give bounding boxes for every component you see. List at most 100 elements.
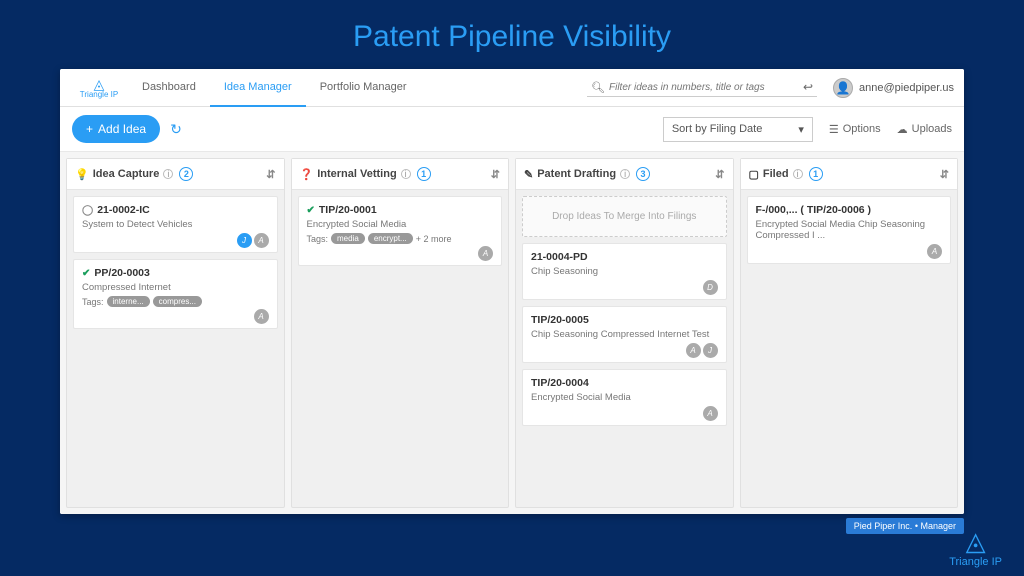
add-idea-label: Add Idea [98, 122, 146, 136]
tab-portfolio-manager[interactable]: Portfolio Manager [306, 69, 421, 107]
avatar-row: A [756, 244, 943, 259]
column-header: ✎ Patent Drafting i3 ⇵ [516, 159, 733, 190]
avatar-row: AJ [531, 343, 718, 358]
search-box[interactable]: 🔍︎ ↩ [587, 78, 817, 97]
card-id: ✔TIP/20-0001 [307, 204, 494, 216]
card-subtitle: Encrypted Social Media Chip Seasoning Co… [756, 219, 943, 241]
card-id: TIP/20-0005 [531, 314, 718, 326]
user-email: anne@piedpiper.us [859, 82, 954, 94]
top-bar: ◬ Triangle IP Dashboard Idea Manager Por… [60, 69, 964, 107]
card-id: F-/000,... ( TIP/20-0006 ) [756, 204, 943, 216]
app-frame: ◬ Triangle IP Dashboard Idea Manager Por… [60, 69, 964, 514]
brand-text: Triangle IP [80, 90, 118, 99]
refresh-button[interactable]: ↻ [170, 121, 182, 138]
idea-card[interactable]: 21-0004-PDChip SeasoningD [522, 243, 727, 300]
count-badge: 1 [809, 167, 823, 181]
kanban-board: 💡Idea Capturei2⇵◯21-0002-ICSystem to Det… [60, 152, 964, 514]
toolbar-right: Sort by Filing Date ▾ ☰ Options ☁ Upload… [663, 117, 952, 142]
check-icon: ✔ [82, 268, 90, 279]
avatar-row: A [531, 406, 718, 421]
caret-down-icon: ▾ [798, 123, 804, 136]
uploads-label: Uploads [912, 123, 952, 135]
uploads-button[interactable]: ☁ Uploads [897, 123, 952, 136]
info-icon[interactable]: i [620, 169, 630, 179]
column-title: Patent Drafting [537, 168, 616, 180]
column-sort-toggle[interactable]: ⇵ [266, 168, 275, 181]
avatar[interactable]: A [254, 309, 269, 324]
add-idea-button[interactable]: + Add Idea [72, 115, 160, 143]
idea-card[interactable]: ✔PP/20-0003Compressed InternetTags: inte… [73, 259, 278, 329]
card-subtitle: Encrypted Social Media [531, 392, 718, 403]
column-icon: ✎ [524, 168, 533, 181]
column-icon: ▢ [749, 168, 759, 181]
check-icon: ✔ [307, 205, 315, 216]
sort-select[interactable]: Sort by Filing Date ▾ [663, 117, 813, 142]
avatar[interactable]: A [703, 406, 718, 421]
cloud-upload-icon: ☁ [897, 123, 908, 136]
column-icon: ❓ [300, 168, 314, 181]
search-input[interactable] [609, 82, 803, 93]
nav-tabs: Dashboard Idea Manager Portfolio Manager [128, 69, 421, 107]
tag-chip[interactable]: compres... [153, 296, 202, 307]
column-body: ◯21-0002-ICSystem to Detect VehiclesJA ✔P… [67, 190, 284, 507]
brand-corner-label: Triangle IP [949, 556, 1002, 568]
brand-logo[interactable]: ◬ Triangle IP [70, 77, 128, 99]
card-id: 21-0004-PD [531, 251, 718, 263]
tag-chip[interactable]: interne... [107, 296, 150, 307]
avatar[interactable]: A [686, 343, 701, 358]
search-icon: 🔍︎ [591, 81, 605, 94]
org-badge[interactable]: Pied Piper Inc. • Manager [846, 518, 964, 534]
avatar-row: A [82, 309, 269, 324]
avatar[interactable]: A [478, 246, 493, 261]
tag-chip[interactable]: encrypt... [368, 233, 413, 244]
card-subtitle: Chip Seasoning Compressed Internet Test [531, 329, 718, 340]
avatar[interactable]: A [254, 233, 269, 248]
brand-corner: ◬ Triangle IP [949, 527, 1002, 568]
count-badge: 2 [179, 167, 193, 181]
list-icon: ☰ [829, 123, 839, 136]
card-subtitle: Compressed Internet [82, 282, 269, 293]
column-filed: ▢Filedi1⇵F-/000,... ( TIP/20-0006 )Encry… [740, 158, 959, 508]
options-button[interactable]: ☰ Options [829, 123, 881, 136]
avatar-row: D [531, 280, 718, 295]
idea-card[interactable]: ◯21-0002-ICSystem to Detect VehiclesJA [73, 196, 278, 253]
triangle-icon: ◬ [70, 77, 128, 91]
column-sort-toggle[interactable]: ⇵ [491, 168, 500, 181]
avatar[interactable]: J [237, 233, 252, 248]
tab-idea-manager[interactable]: Idea Manager [210, 69, 306, 107]
drop-zone[interactable]: Drop Ideas To Merge Into Filings [522, 196, 727, 237]
column-body: Drop Ideas To Merge Into Filings 21-0004-… [516, 190, 733, 507]
column-header: ❓Internal Vettingi1⇵ [292, 159, 509, 190]
column-internal-vetting: ❓Internal Vettingi1⇵✔TIP/20-0001Encrypte… [291, 158, 510, 508]
avatar[interactable]: J [703, 343, 718, 358]
count-badge: 3 [636, 167, 650, 181]
avatar[interactable]: A [927, 244, 942, 259]
user-menu[interactable]: 👤 anne@piedpiper.us [833, 78, 954, 98]
column-header: 💡Idea Capturei2⇵ [67, 159, 284, 190]
idea-card[interactable]: ✔TIP/20-0001 Encrypted Social Media Tags: … [298, 196, 503, 266]
tab-dashboard[interactable]: Dashboard [128, 69, 210, 107]
tags-line: Tags: mediaencrypt... + 2 more [307, 233, 494, 244]
idea-card[interactable]: TIP/20-0004Encrypted Social MediaA [522, 369, 727, 426]
column-icon: 💡 [75, 168, 89, 181]
column-sort-toggle[interactable]: ⇵ [715, 168, 724, 181]
idea-card[interactable]: F-/000,... ( TIP/20-0006 ) Encrypted Soci… [747, 196, 952, 264]
column-sort-toggle[interactable]: ⇵ [940, 168, 949, 181]
options-label: Options [843, 123, 881, 135]
tag-chip[interactable]: media [331, 233, 365, 244]
triangle-icon: ◬ [949, 527, 1002, 556]
avatar-icon: 👤 [833, 78, 853, 98]
plus-icon: + [86, 122, 93, 136]
column-title: Internal Vetting [317, 168, 396, 180]
idea-card[interactable]: TIP/20-0005 Chip Seasoning Compressed Int… [522, 306, 727, 363]
avatar[interactable]: D [703, 280, 718, 295]
info-icon[interactable]: i [793, 169, 803, 179]
open-icon: ◯ [82, 205, 93, 216]
info-icon[interactable]: i [401, 169, 411, 179]
column-header: ▢Filedi1⇵ [741, 159, 958, 190]
info-icon[interactable]: i [163, 169, 173, 179]
sort-label: Sort by Filing Date [672, 123, 762, 136]
avatar-row: JA [82, 233, 269, 248]
card-subtitle: Encrypted Social Media [307, 219, 494, 230]
tag-more[interactable]: + 2 more [416, 234, 452, 244]
